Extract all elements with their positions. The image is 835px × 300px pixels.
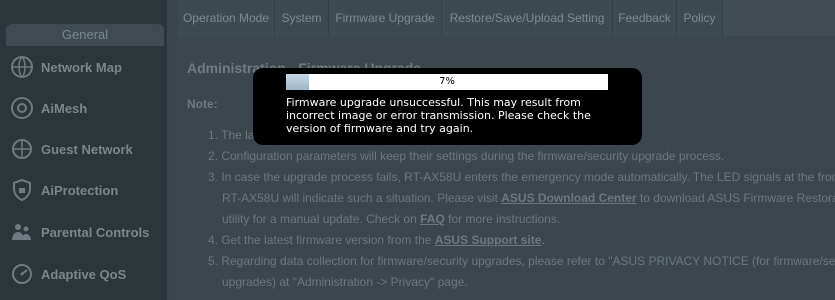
sidebar-item-label: Guest Network — [41, 141, 133, 157]
sidebar-item-label: AiMesh — [41, 100, 88, 116]
note-text: to download ASUS Firmware Restoration — [639, 191, 835, 205]
tab-firmware-upgrade[interactable]: Firmware Upgrade — [329, 0, 442, 36]
sidebar-item-guest-network[interactable]: Guest Network — [0, 130, 167, 168]
note-line-3-cont2: utility for a manual update. Check on FA… — [222, 212, 560, 226]
sidebar-item-label: Adaptive QoS — [41, 266, 127, 282]
asus-support-site-link[interactable]: ASUS Support site — [435, 233, 542, 247]
tab-operation-mode[interactable]: Operation Mode — [178, 0, 275, 36]
note-line-2: 2. Configuration parameters will keep th… — [208, 149, 725, 163]
note-line-1: 1. The la — [208, 128, 255, 142]
tab-system[interactable]: System — [275, 0, 329, 36]
asus-download-center-link[interactable]: ASUS Download Center — [501, 191, 636, 205]
note-line-3-cont: RT-AX58U will indicate such a situation.… — [222, 191, 835, 205]
guest-network-icon — [9, 136, 35, 162]
note-text: RT-AX58U will indicate such a situation.… — [222, 191, 498, 205]
aiprotection-icon — [9, 177, 35, 203]
note-text: for more instructions. — [448, 212, 561, 226]
aimesh-icon — [9, 95, 35, 121]
adaptive-qos-icon — [9, 261, 35, 287]
sidebar: General Network Map AiMesh Guest Network… — [0, 0, 167, 300]
upgrade-error-message: Firmware upgrade unsuccessful. This may … — [286, 96, 591, 135]
note-text: utility for a manual update. Check on — [222, 212, 417, 226]
tab-restore-save-upload[interactable]: Restore/Save/Upload Setting — [442, 0, 613, 36]
sidebar-item-label: AiProtection — [41, 182, 119, 198]
upgrade-progress-bar: 7% — [286, 74, 608, 90]
note-label: Note: — [187, 97, 218, 111]
sidebar-item-network-map[interactable]: Network Map — [0, 48, 167, 86]
sidebar-item-parental-controls[interactable]: Parental Controls — [0, 213, 167, 251]
sidebar-header: General — [6, 24, 164, 46]
faq-link[interactable]: FAQ — [420, 212, 445, 226]
firmware-upgrade-status-dialog: 7% Firmware upgrade unsuccessful. This m… — [253, 68, 642, 145]
note-line-3: 3. In case the upgrade process fails, RT… — [208, 170, 835, 184]
note-text: . — [541, 233, 545, 247]
tab-policy[interactable]: Policy — [677, 0, 723, 36]
tab-bar: Operation Mode System Firmware Upgrade R… — [178, 0, 835, 36]
sidebar-item-adaptive-qos[interactable]: Adaptive QoS — [0, 255, 167, 293]
sidebar-item-label: Parental Controls — [41, 224, 150, 240]
network-map-icon — [9, 54, 35, 80]
note-line-5-cont: upgrades) at "Administration -> Privacy"… — [222, 275, 468, 289]
note-line-4: 4. Get the latest firmware version from … — [208, 233, 545, 247]
note-line-5: 5. Regarding data collection for firmwar… — [208, 254, 835, 268]
tab-feedback[interactable]: Feedback — [613, 0, 677, 36]
sidebar-item-aiprotection[interactable]: AiProtection — [0, 171, 167, 209]
sidebar-item-label: Network Map — [41, 59, 122, 75]
progress-percent: 7% — [439, 76, 455, 87]
note-text: 4. Get the latest firmware version from … — [208, 233, 432, 247]
parental-controls-icon — [9, 219, 35, 245]
sidebar-item-aimesh[interactable]: AiMesh — [0, 89, 167, 127]
